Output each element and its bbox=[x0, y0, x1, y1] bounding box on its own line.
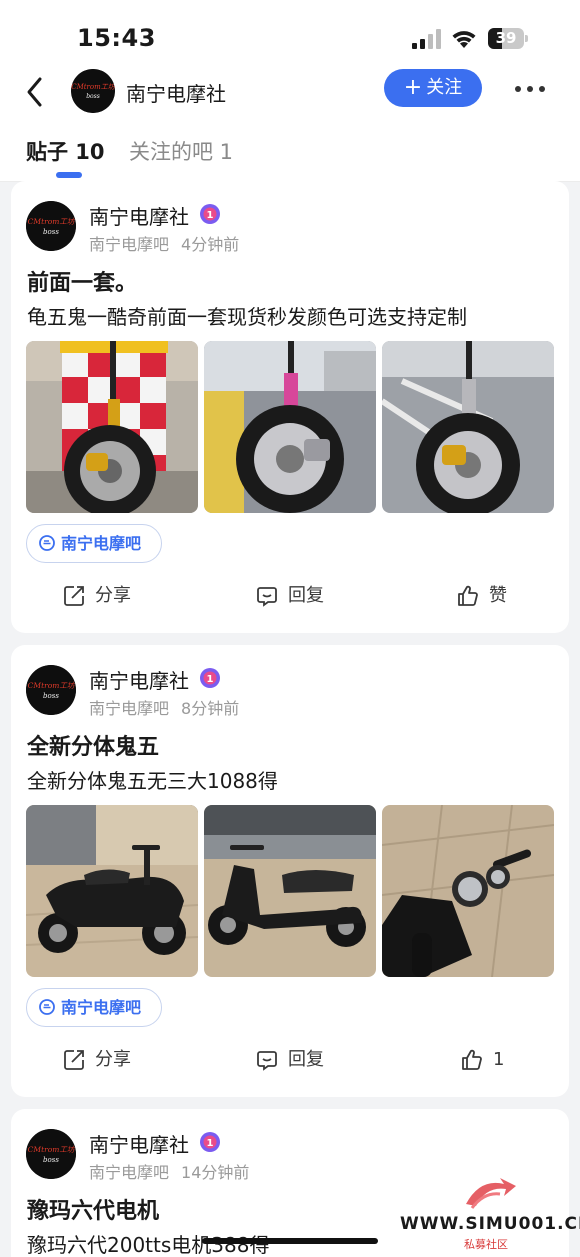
svg-text:CMtrom工坊: CMtrom工坊 bbox=[28, 1145, 76, 1154]
author-avatar[interactable]: CMtrom工坊 boss bbox=[26, 201, 76, 251]
author-avatar[interactable]: CMtrom工坊 boss bbox=[26, 665, 76, 715]
svg-text:boss: boss bbox=[43, 1156, 59, 1164]
svg-text:CMtrom工坊: CMtrom工坊 bbox=[28, 681, 76, 690]
share-icon bbox=[64, 586, 84, 606]
forum-tag-icon bbox=[39, 535, 55, 551]
share-icon bbox=[64, 1050, 84, 1070]
post-image[interactable] bbox=[26, 341, 198, 513]
reply-label: 回复 bbox=[288, 585, 324, 606]
post-image[interactable] bbox=[382, 341, 554, 513]
svg-text:1: 1 bbox=[207, 210, 214, 221]
post-title[interactable]: 前面一套。 bbox=[27, 265, 137, 297]
forum-name[interactable]: 南宁电摩吧 bbox=[89, 1163, 169, 1182]
post-time: 8分钟前 bbox=[181, 699, 240, 718]
level-badge-icon: 1 bbox=[200, 668, 220, 688]
reply-icon bbox=[257, 587, 277, 607]
post-actions: 分享 回复 赞 bbox=[11, 579, 569, 613]
post-images bbox=[26, 805, 554, 977]
post-time: 4分钟前 bbox=[181, 235, 240, 254]
svg-text:boss: boss bbox=[43, 228, 59, 236]
status-time: 15:43 bbox=[77, 24, 156, 52]
forum-name[interactable]: 南宁电摩吧 bbox=[89, 235, 169, 254]
watermark-url: WWW.SIMU001.CN bbox=[400, 1214, 580, 1234]
author-name[interactable]: 南宁电摩社 bbox=[89, 665, 189, 694]
author-name[interactable]: 南宁电摩社 bbox=[89, 201, 189, 230]
reply-label: 回复 bbox=[288, 1049, 324, 1070]
level-badge-icon: 1 bbox=[200, 1132, 220, 1152]
post-card[interactable]: CMtrom工坊 boss 南宁电摩社 1 南宁电摩吧 8分钟前 全新分体鬼五 全… bbox=[11, 645, 569, 1097]
forum-tag-icon bbox=[39, 999, 55, 1015]
nav-bar: CMtrom工坊 boss 南宁电摩社 + 关注 bbox=[0, 64, 580, 120]
thumbs-up-icon bbox=[458, 585, 478, 606]
more-options-icon[interactable] bbox=[514, 84, 546, 94]
post-image[interactable] bbox=[26, 805, 198, 977]
thumbs-up-icon bbox=[462, 1049, 482, 1070]
post-time: 14分钟前 bbox=[181, 1163, 250, 1182]
forum-name[interactable]: 南宁电摩吧 bbox=[89, 699, 169, 718]
post-meta: 南宁电摩吧 8分钟前 bbox=[89, 695, 239, 719]
author-name[interactable]: 南宁电摩社 bbox=[89, 1129, 189, 1158]
post-actions: 分享 回复 1 bbox=[11, 1043, 569, 1077]
back-arrow-icon[interactable] bbox=[22, 74, 50, 110]
tab-bar: 贴子 10 关注的吧 1 bbox=[0, 120, 580, 182]
post-image[interactable] bbox=[382, 805, 554, 977]
watermark-logo-icon bbox=[466, 1178, 516, 1209]
post-image[interactable] bbox=[204, 805, 376, 977]
cellular-signal-icon bbox=[412, 29, 441, 49]
forum-tag[interactable]: 南宁电摩吧 bbox=[26, 524, 163, 563]
post-images bbox=[26, 341, 554, 513]
post-title[interactable]: 豫玛六代电机 bbox=[27, 1193, 159, 1225]
svg-text:boss: boss bbox=[86, 93, 100, 100]
svg-text:1: 1 bbox=[207, 1138, 214, 1149]
home-indicator[interactable] bbox=[202, 1238, 378, 1244]
svg-text:CMtrom工坊: CMtrom工坊 bbox=[28, 217, 76, 226]
status-bar: 15:43 39 bbox=[0, 0, 580, 64]
level-badge-icon: 1 bbox=[200, 204, 220, 224]
post-image[interactable] bbox=[204, 341, 376, 513]
follow-button[interactable]: + 关注 bbox=[384, 69, 482, 107]
forum-tag[interactable]: 南宁电摩吧 bbox=[26, 988, 163, 1027]
svg-text:1: 1 bbox=[207, 674, 214, 685]
post-title[interactable]: 全新分体鬼五 bbox=[27, 729, 159, 761]
post-meta: 南宁电摩吧 4分钟前 bbox=[89, 231, 239, 255]
follow-label: 关注 bbox=[426, 77, 463, 98]
tab-followed-forums[interactable]: 关注的吧 1 bbox=[129, 136, 233, 166]
plus-icon: + bbox=[403, 75, 423, 100]
active-tab-indicator bbox=[56, 172, 82, 178]
forum-tag-label: 南宁电摩吧 bbox=[61, 534, 142, 553]
wifi-icon bbox=[452, 31, 476, 48]
svg-text:boss: boss bbox=[43, 692, 59, 700]
tab-posts[interactable]: 贴子 10 bbox=[26, 136, 105, 166]
post-body[interactable]: 全新分体鬼五无三大1088得 bbox=[27, 765, 278, 794]
svg-text:CMtrom工坊: CMtrom工坊 bbox=[71, 83, 115, 91]
watermark-name: 私募社区 bbox=[464, 1238, 508, 1251]
forum-tag-label: 南宁电摩吧 bbox=[61, 998, 142, 1017]
share-label: 分享 bbox=[95, 585, 131, 606]
watermark: WWW.SIMU001.CN 私募社区 bbox=[400, 1172, 580, 1254]
author-avatar[interactable]: CMtrom工坊 boss bbox=[26, 1129, 76, 1179]
post-body[interactable]: 龟五鬼一酷奇前面一套现货秒发颜色可选支持定制 bbox=[27, 301, 467, 330]
like-label: 赞 bbox=[489, 585, 507, 606]
nav-title: 南宁电摩社 bbox=[126, 82, 226, 106]
like-count: 1 bbox=[493, 1049, 505, 1070]
battery-icon: 39 bbox=[488, 28, 528, 49]
battery-level: 39 bbox=[495, 29, 517, 47]
user-avatar[interactable]: CMtrom工坊 boss bbox=[71, 69, 115, 113]
share-label: 分享 bbox=[95, 1049, 131, 1070]
post-card[interactable]: CMtrom工坊 boss 南宁电摩社 1 南宁电摩吧 4分钟前 前面一套。 龟五… bbox=[11, 181, 569, 633]
reply-icon bbox=[257, 1051, 277, 1071]
post-meta: 南宁电摩吧 14分钟前 bbox=[89, 1159, 249, 1183]
